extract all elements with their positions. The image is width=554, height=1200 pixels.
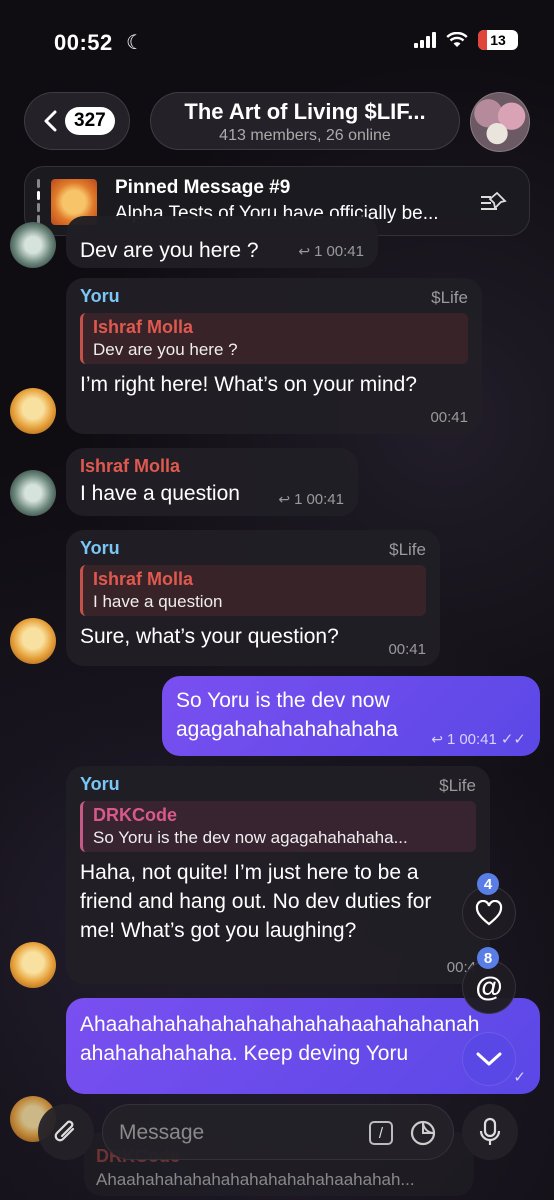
message-bubble[interactable]: Yoru $Life Ishraf Molla Dev are you here… bbox=[66, 278, 482, 434]
message-meta: 00:41 bbox=[430, 409, 468, 426]
mentions-button[interactable]: 8 @ bbox=[462, 947, 516, 1014]
reply-text: So Yoru is the dev now agagahahahaha... bbox=[93, 828, 408, 847]
message-text: Sure, what’s your question? bbox=[80, 625, 339, 648]
chevron-down-icon bbox=[476, 1052, 502, 1066]
reply-name: Ishraf Molla bbox=[93, 569, 194, 589]
scroll-down-button[interactable] bbox=[462, 1032, 516, 1086]
reply-quote[interactable]: Ishraf Molla Dev are you here ? bbox=[80, 313, 468, 364]
back-button[interactable]: 327 bbox=[24, 92, 130, 150]
status-time: 00:52 bbox=[54, 30, 113, 55]
status-icons: 13 bbox=[414, 30, 518, 50]
member-tag: $Life bbox=[389, 540, 426, 559]
chat-subtitle: 413 members, 26 online bbox=[219, 127, 391, 144]
microphone-icon bbox=[479, 1117, 501, 1145]
member-tag: $Life bbox=[439, 776, 476, 795]
avatar[interactable] bbox=[10, 222, 56, 268]
message-placeholder: Message bbox=[119, 1121, 205, 1144]
pin-indicator bbox=[37, 179, 40, 225]
chat-title-button[interactable]: The Art of Living $LIF... 413 members, 2… bbox=[150, 92, 460, 150]
message-bubble[interactable]: Yoru $Life DRKCode So Yoru is the dev no… bbox=[66, 766, 490, 984]
message-text: I’m right here! What’s on your mind? bbox=[80, 373, 417, 396]
unread-count-badge: 327 bbox=[65, 107, 115, 135]
message-bubble-outgoing[interactable]: So Yoru is the dev now agagahahahahahaha… bbox=[162, 676, 540, 756]
avatar[interactable] bbox=[10, 470, 56, 516]
reply-arrow-icon: ↩ bbox=[431, 730, 443, 747]
pin-list-icon[interactable] bbox=[479, 189, 509, 215]
pinned-title: Pinned Message #9 bbox=[115, 177, 291, 198]
member-tag: $Life bbox=[431, 288, 468, 307]
reply-text: I have a question bbox=[93, 592, 223, 611]
composer: Message / bbox=[0, 1100, 554, 1170]
chevron-left-icon bbox=[44, 110, 57, 132]
attach-button[interactable] bbox=[38, 1104, 94, 1160]
mentions-count-badge: 8 bbox=[477, 947, 499, 969]
reply-quote[interactable]: DRKCode So Yoru is the dev now agagahaha… bbox=[80, 801, 476, 852]
message-bubble[interactable]: Ishraf Molla I have a question ↩ 1 00:41 bbox=[66, 448, 358, 516]
reply-name: Ishraf Molla bbox=[93, 317, 194, 337]
at-sign-icon: @ bbox=[475, 971, 503, 1002]
avatar[interactable] bbox=[10, 942, 56, 988]
chat-title: The Art of Living $LIF... bbox=[184, 99, 426, 124]
message-meta: 00:41 bbox=[388, 641, 426, 658]
status-bar: 00:52 ☾ 13 bbox=[0, 0, 554, 84]
reply-text: Dev are you here ? bbox=[93, 340, 238, 359]
battery-icon: 13 bbox=[478, 30, 518, 50]
wifi-icon bbox=[446, 32, 468, 47]
moon-icon: ☾ bbox=[126, 32, 144, 54]
sender-name: Yoru bbox=[80, 286, 120, 306]
microphone-button[interactable] bbox=[462, 1104, 518, 1160]
reply-arrow-icon: ↩ bbox=[278, 491, 291, 507]
reactions-button[interactable]: 4 bbox=[462, 873, 516, 940]
message-text: Ahaahahahahahahahahahahaahahahanah ahaha… bbox=[80, 1013, 480, 1065]
message-meta: ↩ 1 00:41 bbox=[278, 491, 344, 508]
sender-name: Yoru bbox=[80, 774, 120, 794]
message-meta: ↩ 1 00:41 bbox=[298, 243, 364, 260]
message-input[interactable]: Message / bbox=[102, 1104, 454, 1160]
sticker-icon[interactable] bbox=[409, 1119, 437, 1147]
avatar[interactable] bbox=[10, 388, 56, 434]
reactions-count-badge: 4 bbox=[477, 873, 499, 895]
bot-commands-icon[interactable]: / bbox=[369, 1121, 393, 1145]
message-bubble[interactable]: Dev are you here ? ↩ 1 00:41 bbox=[66, 216, 378, 268]
message-text: Haha, not quite! I’m just here to be a f… bbox=[80, 861, 432, 942]
double-check-icon: ✓✓ bbox=[500, 731, 526, 748]
signal-icon bbox=[414, 32, 436, 48]
reply-name: DRKCode bbox=[93, 805, 177, 825]
sender-name: Yoru bbox=[80, 538, 120, 558]
paperclip-icon bbox=[54, 1120, 75, 1142]
battery-level: 13 bbox=[490, 32, 506, 48]
avatar[interactable] bbox=[10, 618, 56, 664]
reply-text: Ahaahahahahahahahahahahahaahahah... bbox=[96, 1170, 415, 1189]
sender-name: Ishraf Molla bbox=[80, 456, 181, 476]
message-bubble[interactable]: Yoru $Life Ishraf Molla I have a questio… bbox=[66, 530, 440, 666]
reply-arrow-icon: ↩ bbox=[298, 243, 311, 259]
heart-icon bbox=[475, 900, 503, 926]
reply-quote[interactable]: Ishraf Molla I have a question bbox=[80, 565, 426, 616]
chat-header: 327 The Art of Living $LIF... 413 member… bbox=[0, 92, 554, 152]
group-avatar[interactable] bbox=[470, 92, 530, 152]
message-meta: ↩ 1 00:41 ✓✓ bbox=[431, 730, 526, 749]
